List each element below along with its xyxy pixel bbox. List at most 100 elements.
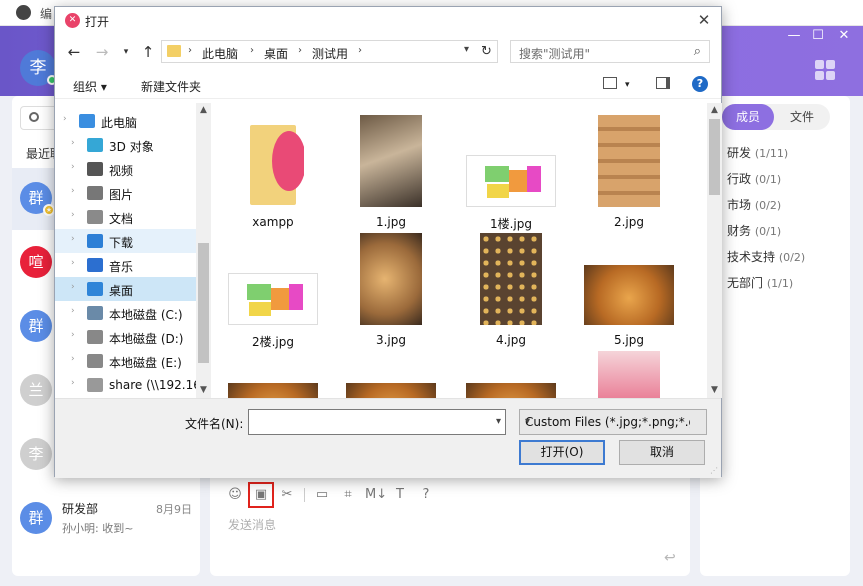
file-name[interactable]: 2.jpg xyxy=(574,215,684,229)
expand-chevron-icon[interactable]: › xyxy=(71,306,75,316)
tree-item[interactable]: › 音乐 xyxy=(55,253,197,277)
tree-item[interactable]: › share (\\192.16 xyxy=(55,373,201,397)
file-type-select[interactable]: Custom Files (*.jpg;*.png;*.gi ▾ xyxy=(519,409,707,435)
scroll-thumb[interactable] xyxy=(709,119,720,195)
file-name[interactable]: 1楼.jpg xyxy=(456,215,566,232)
cancel-button[interactable]: 取消 xyxy=(619,440,705,465)
navigation-scrollbar[interactable]: ▲ ▼ xyxy=(196,103,211,398)
tab-members[interactable]: 成员 xyxy=(722,104,774,130)
breadcrumb-test-folder[interactable]: 测试用 xyxy=(312,45,348,62)
department-item[interactable]: 无部门 (1/1) xyxy=(727,274,793,291)
file-name[interactable]: 5.jpg xyxy=(574,333,684,347)
department-item[interactable]: 财务 (0/1) xyxy=(727,222,781,239)
organize-button[interactable]: 组织 ▾ xyxy=(73,78,107,95)
expand-chevron-icon[interactable]: › xyxy=(71,210,75,220)
image-thumbnail[interactable] xyxy=(466,383,556,398)
message-input[interactable]: 发送消息 xyxy=(228,516,276,533)
text-format-icon[interactable]: T xyxy=(391,486,409,504)
file-scrollbar[interactable]: ▲ ▼ xyxy=(707,103,722,398)
image-thumbnail[interactable] xyxy=(360,233,422,325)
file-name[interactable]: 1.jpg xyxy=(336,215,446,229)
expand-chevron-icon[interactable]: › xyxy=(71,234,75,244)
tree-item[interactable]: › 图片 xyxy=(55,181,197,205)
image-thumbnail[interactable] xyxy=(228,273,318,325)
image-thumbnail[interactable] xyxy=(598,115,660,207)
address-dropdown-icon[interactable]: ▾ xyxy=(464,44,469,55)
breadcrumb-separator-icon[interactable]: › xyxy=(298,45,302,56)
close-icon[interactable]: ✕ xyxy=(832,26,856,46)
expand-chevron-icon[interactable]: › xyxy=(71,186,75,196)
image-icon[interactable]: ▣ xyxy=(248,482,274,508)
breadcrumb-this-pc[interactable]: 此电脑 xyxy=(202,45,238,62)
breadcrumb-separator-icon[interactable]: › xyxy=(250,45,254,56)
dialog-close-button[interactable]: ✕ xyxy=(693,10,715,30)
department-item[interactable]: 研发 (1/11) xyxy=(727,144,788,161)
new-folder-button[interactable]: 新建文件夹 xyxy=(141,78,201,95)
tree-item[interactable]: › 此电脑 xyxy=(55,109,197,133)
scissors-icon[interactable]: ✂ xyxy=(278,486,296,504)
history-chevron-icon[interactable]: ▾ xyxy=(117,41,135,63)
image-thumbnail[interactable] xyxy=(466,155,556,207)
view-mode-icon[interactable] xyxy=(603,77,617,89)
view-dropdown-icon[interactable]: ▾ xyxy=(625,80,630,90)
scroll-down-icon[interactable]: ▼ xyxy=(709,385,720,395)
expand-chevron-icon[interactable]: › xyxy=(71,330,75,340)
department-item[interactable]: 行政 (0/1) xyxy=(727,170,781,187)
tree-item[interactable]: › 本地磁盘 (D:) xyxy=(55,325,197,349)
minimize-icon[interactable]: — xyxy=(782,26,806,46)
help-circle-icon[interactable]: ? xyxy=(417,486,435,504)
folder-thumbnail[interactable] xyxy=(242,115,304,207)
expand-chevron-icon[interactable]: › xyxy=(63,114,67,124)
tree-item[interactable]: › 3D 对象 xyxy=(55,133,197,157)
file-name[interactable]: 3.jpg xyxy=(336,333,446,347)
back-arrow-icon[interactable]: ← xyxy=(65,41,83,63)
expand-chevron-icon[interactable]: › xyxy=(71,354,75,364)
chat-list-item[interactable]: 群 研发部 8月9日 孙小明: 收到~ xyxy=(12,488,200,550)
file-name[interactable]: xampp xyxy=(218,215,328,229)
expand-chevron-icon[interactable]: › xyxy=(71,378,75,388)
preview-pane-icon[interactable] xyxy=(656,77,670,89)
open-button[interactable]: 打开(O) xyxy=(519,440,605,465)
refresh-button[interactable]: ↻ xyxy=(476,40,498,63)
tree-item[interactable]: › 本地磁盘 (E:) xyxy=(55,349,197,373)
emoji-icon[interactable]: ☺ xyxy=(226,486,244,504)
tree-item[interactable]: › 桌面 xyxy=(55,277,197,301)
department-item[interactable]: 技术支持 (0/2) xyxy=(727,248,805,265)
scroll-down-icon[interactable]: ▼ xyxy=(198,385,209,395)
filename-input[interactable]: ▾ xyxy=(248,409,506,435)
expand-chevron-icon[interactable]: › xyxy=(71,282,75,292)
image-thumbnail[interactable] xyxy=(228,383,318,398)
expand-chevron-icon[interactable]: › xyxy=(71,258,75,268)
image-thumbnail[interactable] xyxy=(480,233,542,325)
scroll-up-icon[interactable]: ▲ xyxy=(709,105,720,115)
forward-arrow-icon[interactable]: → xyxy=(93,41,111,63)
maximize-icon[interactable]: ☐ xyxy=(806,26,830,46)
expand-chevron-icon[interactable]: › xyxy=(71,138,75,148)
folder-icon[interactable]: ▭ xyxy=(313,486,331,504)
tab-files[interactable]: 文件 xyxy=(776,104,828,130)
up-arrow-icon[interactable]: ↑ xyxy=(139,41,157,63)
scroll-thumb[interactable] xyxy=(198,243,209,363)
my-avatar[interactable]: 李 xyxy=(20,50,57,86)
image-thumbnail[interactable] xyxy=(346,383,436,398)
breadcrumb-separator-icon[interactable]: › xyxy=(188,45,192,56)
image-thumbnail[interactable] xyxy=(360,115,422,207)
breadcrumb-desktop[interactable]: 桌面 xyxy=(264,45,288,62)
enter-icon[interactable]: ↩ xyxy=(664,550,676,566)
markdown-icon[interactable]: M↓ xyxy=(365,486,387,504)
file-name[interactable]: 4.jpg xyxy=(456,333,566,347)
code-icon[interactable]: ⌗ xyxy=(339,486,357,504)
folder-search-input[interactable]: 搜索"测试用" ⌕ xyxy=(510,40,710,63)
image-thumbnail[interactable] xyxy=(598,351,660,398)
resize-grip-icon[interactable]: ⋰ xyxy=(710,466,718,475)
scroll-up-icon[interactable]: ▲ xyxy=(198,105,209,115)
file-name[interactable]: 2楼.jpg xyxy=(218,333,328,350)
image-thumbnail[interactable] xyxy=(584,265,674,325)
breadcrumb-separator-icon[interactable]: › xyxy=(358,45,362,56)
tree-item[interactable]: › 视频 xyxy=(55,157,197,181)
help-icon[interactable]: ? xyxy=(692,76,708,92)
tree-item[interactable]: › 文档 xyxy=(55,205,197,229)
tree-item[interactable]: › 下载 xyxy=(55,229,197,253)
department-item[interactable]: 市场 (0/2) xyxy=(727,196,781,213)
tree-item[interactable]: › 本地磁盘 (C:) xyxy=(55,301,197,325)
